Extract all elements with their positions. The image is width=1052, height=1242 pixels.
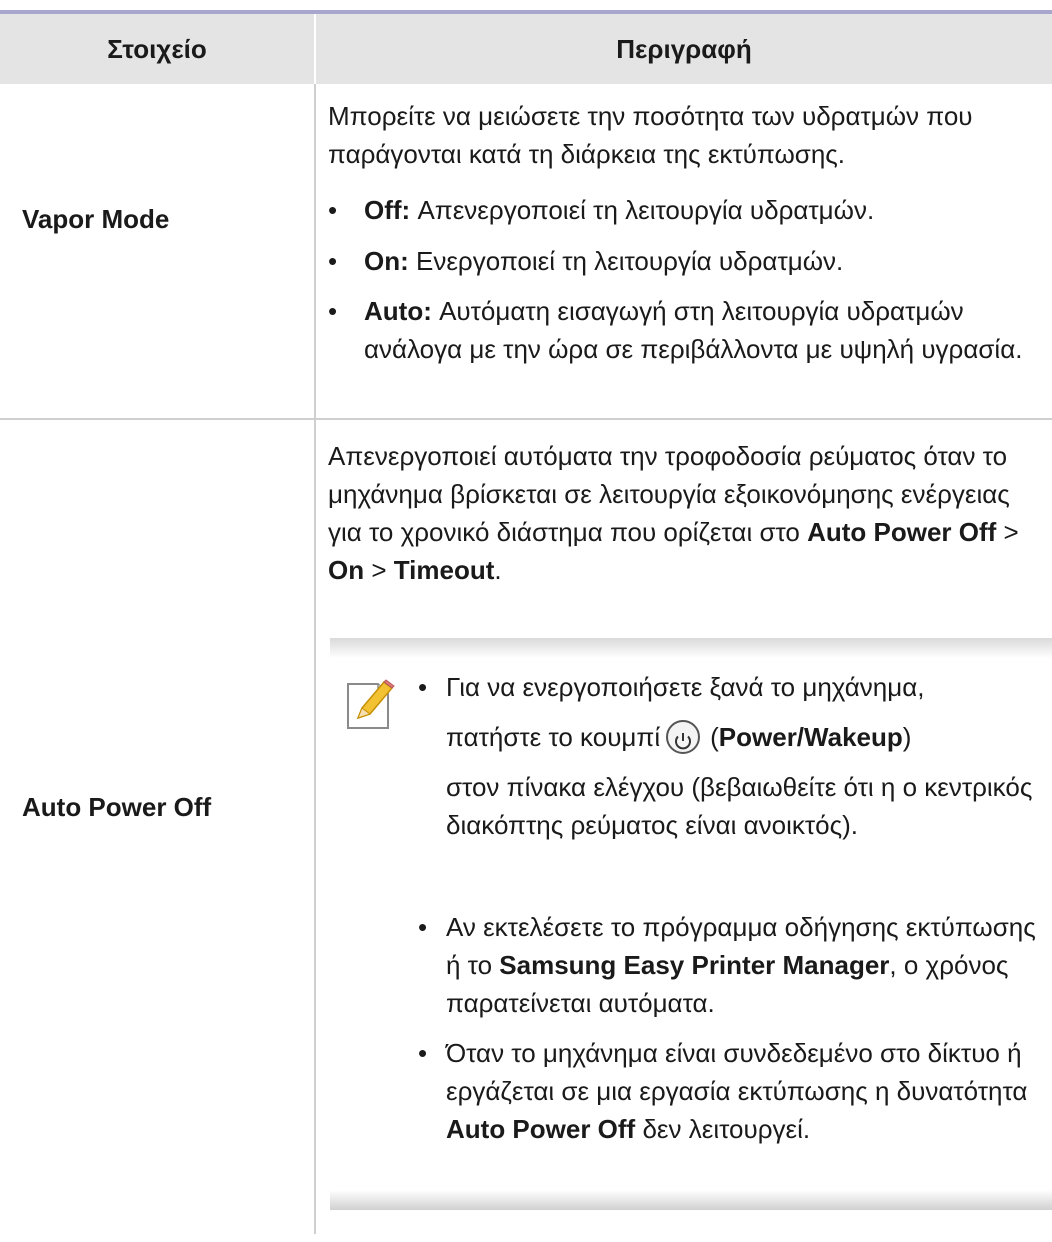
option-term: On:	[364, 246, 409, 276]
menu-path-item: Timeout	[393, 555, 495, 585]
menu-path-item: Auto Power Off	[807, 517, 997, 547]
product-name: Samsung Easy Printer Manager	[499, 950, 890, 980]
intro-suffix: .	[494, 555, 502, 585]
power-icon	[666, 720, 701, 755]
bullet-dot: •	[328, 195, 338, 225]
note-text-suffix: δεν λειτουργεί.	[642, 1114, 811, 1144]
column-header-item: Στοιχείο	[107, 34, 207, 64]
option-term: Auto:	[364, 296, 432, 326]
note-text-line: πατήστε το κουμπί	[446, 722, 661, 752]
note-text-line: Για να ενεργοποιήσετε ξανά το μηχάνημα,	[446, 672, 925, 702]
vapor-option-auto: • Auto: Αυτόματη εισαγωγή στη λειτουργία…	[328, 292, 1040, 368]
vapor-option-off: • Off: Απενεργοποιεί τη λειτουργία υδρατ…	[328, 191, 1040, 229]
auto-power-off-intro: Απενεργοποιεί αυτόματα την τροφοδοσία ρε…	[328, 437, 1040, 589]
button-name: Power/Wakeup	[718, 722, 903, 752]
vapor-mode-intro: Μπορείτε να μειώσετε την ποσότητα των υδ…	[328, 101, 973, 169]
row-divider	[0, 418, 1052, 420]
note-bullet-3: • Όταν το μηχάνημα είναι συνδεδεμένο στο…	[418, 1034, 1044, 1148]
menu-path-separator: >	[371, 555, 387, 585]
note-pencil-icon	[347, 679, 395, 729]
option-text: Ενεργοποιεί τη λειτουργία υδρατμών.	[416, 246, 844, 276]
paren-close: )	[902, 722, 912, 752]
option-text: Αυτόματη εισαγωγή στη λειτουργία υδρατμώ…	[364, 296, 1023, 364]
bullet-dot: •	[418, 912, 428, 942]
option-text: Απενεργοποιεί τη λειτουργία υδρατμών.	[417, 195, 875, 225]
note-top-band	[330, 638, 1052, 658]
note-bullet-1: • Για να ενεργοποιήσετε ξανά το μηχάνημα…	[418, 668, 1044, 844]
vapor-option-on: • On: Ενεργοποιεί τη λειτουργία υδρατμών…	[328, 242, 1040, 280]
note-text-prefix: Όταν το μηχάνημα είναι συνδεδεμένο στο δ…	[446, 1038, 1028, 1106]
paren-open: (	[710, 722, 719, 752]
bullet-dot: •	[418, 1038, 428, 1068]
option-term: Off:	[364, 195, 411, 225]
menu-path-separator: >	[1003, 517, 1019, 547]
row-item-auto-power-off: Auto Power Off	[22, 792, 212, 822]
bullet-dot: •	[328, 296, 338, 326]
row-item-vapor-mode: Vapor Mode	[22, 204, 170, 234]
menu-path-item: On	[328, 555, 365, 585]
bullet-dot: •	[418, 672, 428, 702]
feature-name: Auto Power Off	[446, 1114, 636, 1144]
bullet-dot: •	[328, 246, 338, 276]
note-bottom-band	[330, 1190, 1052, 1210]
column-header-description: Περιγραφή	[616, 34, 752, 64]
note-text-line: στον πίνακα ελέγχου (βεβαιωθείτε ότι η ο…	[446, 772, 1033, 840]
note-bullet-2: • Αν εκτελέσετε το πρόγραμμα οδήγησης εκ…	[418, 908, 1044, 1022]
column-divider	[314, 84, 316, 1234]
